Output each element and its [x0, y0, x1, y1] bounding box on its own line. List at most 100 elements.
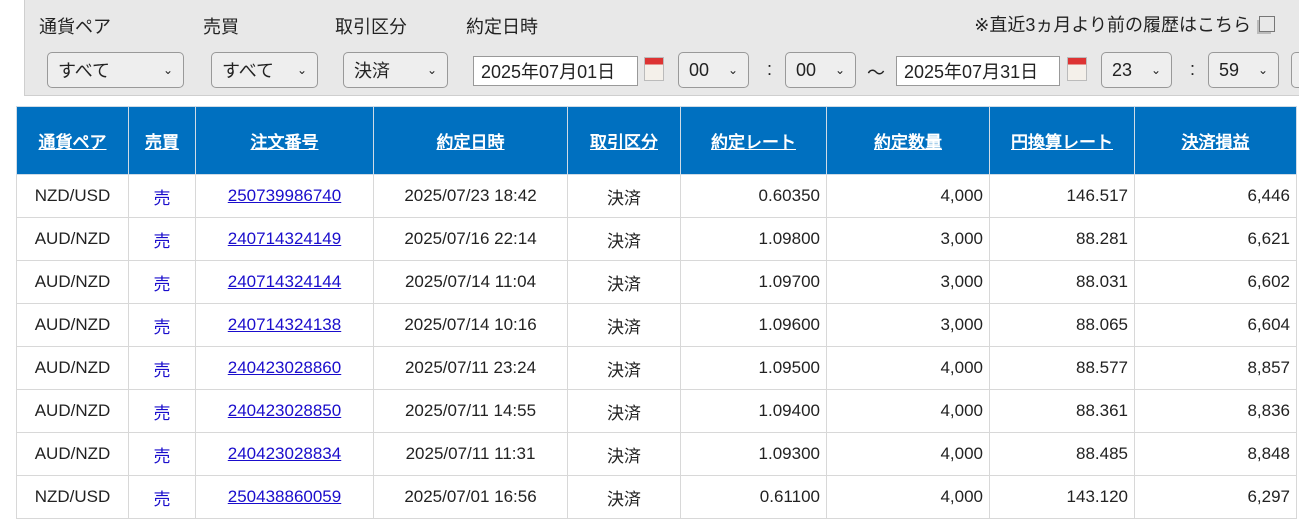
chevron-down-icon: ⌄ [426, 63, 437, 77]
cell-side: 売 [128, 174, 196, 218]
chevron-down-icon: ⌄ [1150, 63, 1161, 77]
cell-trade-type: 決済 [567, 303, 681, 347]
minute-to-select[interactable]: 59 ⌄ [1208, 52, 1279, 88]
header-trade-quantity[interactable]: 約定数量 [826, 106, 990, 175]
time-separator: : [767, 59, 773, 79]
trade-history-table: 通貨ペア 売買 注文番号 約定日時 取引区分 約定レート 約定数量 円換算レート 決済損益 NZ… [16, 106, 1297, 519]
hour-from-select[interactable]: 00 ⌄ [678, 52, 749, 88]
cell-trade-rate: 1.09800 [680, 217, 827, 261]
sort-link-currency-pair[interactable]: 通貨ペア [39, 133, 107, 152]
header-side[interactable]: 売買 [128, 106, 196, 175]
chevron-down-icon: ⌄ [1257, 63, 1268, 77]
cell-side: 売 [128, 303, 196, 347]
cell-trade-rate: 1.09600 [680, 303, 827, 347]
cell-trade-type: 決済 [567, 475, 681, 519]
sort-link-side[interactable]: 売買 [145, 133, 179, 152]
table-row: AUD/NZD 売 240423028850 2025/07/11 14:55 決済 1.… [16, 389, 1297, 433]
cell-trade-quantity: 3,000 [826, 260, 990, 304]
order-number-link[interactable]: 240423028860 [228, 358, 341, 377]
cell-jpy-rate: 88.361 [989, 389, 1135, 433]
header-jpy-rate[interactable]: 円換算レート [989, 106, 1135, 175]
order-number-link[interactable]: 240423028850 [228, 401, 341, 420]
cell-settlement-pl: 6,297 [1134, 475, 1297, 519]
sort-link-trade-datetime[interactable]: 約定日時 [437, 133, 505, 152]
cell-order-number: 250438860059 [195, 475, 374, 519]
calendar-icon[interactable] [1067, 57, 1087, 81]
hour-from-value: 00 [689, 59, 710, 80]
cell-currency-pair: NZD/USD [16, 174, 129, 218]
minute-from-value: 00 [796, 59, 817, 80]
cell-trade-rate: 1.09400 [680, 389, 827, 433]
header-trade-type[interactable]: 取引区分 [567, 106, 681, 175]
order-number-link[interactable]: 250739986740 [228, 186, 341, 205]
cell-trade-quantity: 4,000 [826, 389, 990, 433]
header-trade-rate[interactable]: 約定レート [680, 106, 827, 175]
table-row: NZD/USD 売 250739986740 2025/07/23 18:42 決済 0.… [16, 174, 1297, 218]
cell-currency-pair: AUD/NZD [16, 389, 129, 433]
order-number-link[interactable]: 240714324149 [228, 229, 341, 248]
search-button[interactable] [1291, 52, 1299, 88]
table-row: AUD/NZD 売 240714324149 2025/07/16 22:14 決済 1.… [16, 217, 1297, 261]
chevron-down-icon: ⌄ [296, 63, 307, 77]
side-value: すべて [222, 61, 275, 81]
cell-trade-type: 決済 [567, 260, 681, 304]
sort-link-jpy-rate[interactable]: 円換算レート [1011, 133, 1113, 152]
order-number-link[interactable]: 240714324138 [228, 315, 341, 334]
trade-type-select[interactable]: 決済 ⌄ [343, 52, 448, 88]
table-row: AUD/NZD 売 240714324144 2025/07/14 11:04 決済 1.… [16, 260, 1297, 304]
header-order-number[interactable]: 注文番号 [195, 106, 374, 175]
cell-trade-datetime: 2025/07/23 18:42 [373, 174, 568, 218]
cell-currency-pair: AUD/NZD [16, 260, 129, 304]
cell-order-number: 240714324149 [195, 217, 374, 261]
cell-order-number: 240423028850 [195, 389, 374, 433]
label-trade-datetime: 約定日時 [466, 17, 538, 37]
currency-pair-select[interactable]: すべて ⌄ [47, 52, 184, 88]
minute-from-select[interactable]: 00 ⌄ [785, 52, 856, 88]
date-from-input[interactable]: 2025年07月01日 [473, 56, 638, 86]
cell-trade-quantity: 3,000 [826, 217, 990, 261]
date-to-input[interactable]: 2025年07月31日 [896, 56, 1060, 86]
table-row: AUD/NZD 売 240423028860 2025/07/11 23:24 決済 1.… [16, 346, 1297, 390]
sort-link-trade-rate[interactable]: 約定レート [711, 133, 796, 152]
order-number-link[interactable]: 240423028834 [228, 444, 341, 463]
cell-trade-rate: 0.61100 [680, 475, 827, 519]
order-number-link[interactable]: 250438860059 [228, 487, 341, 506]
sort-link-trade-quantity[interactable]: 約定数量 [874, 133, 942, 152]
cell-trade-rate: 1.09500 [680, 346, 827, 390]
cell-settlement-pl: 6,446 [1134, 174, 1297, 218]
cell-jpy-rate: 143.120 [989, 475, 1135, 519]
cell-side: 売 [128, 389, 196, 433]
cell-settlement-pl: 8,836 [1134, 389, 1297, 433]
date-from-value: 2025年07月01日 [481, 62, 616, 82]
cell-settlement-pl: 8,857 [1134, 346, 1297, 390]
cell-order-number: 240423028860 [195, 346, 374, 390]
cell-trade-quantity: 3,000 [826, 303, 990, 347]
sort-link-settlement-pl[interactable]: 決済損益 [1182, 133, 1250, 152]
sort-link-trade-type[interactable]: 取引区分 [590, 133, 658, 152]
hour-to-select[interactable]: 23 ⌄ [1101, 52, 1172, 88]
chevron-down-icon: ⌄ [727, 63, 738, 77]
header-trade-datetime[interactable]: 約定日時 [373, 106, 568, 175]
side-select[interactable]: すべて ⌄ [211, 52, 318, 88]
new-window-icon [1259, 16, 1275, 32]
table-header: 通貨ペア 売買 注文番号 約定日時 取引区分 約定レート 約定数量 円換算レート 決済損益 [16, 106, 1297, 175]
table-row: AUD/NZD 売 240423028834 2025/07/11 11:31 決済 1.… [16, 432, 1297, 476]
header-settlement-pl[interactable]: 決済損益 [1134, 106, 1297, 175]
header-currency-pair[interactable]: 通貨ペア [16, 106, 129, 175]
cell-currency-pair: AUD/NZD [16, 432, 129, 476]
trade-type-value: 決済 [354, 61, 390, 81]
cell-order-number: 240423028834 [195, 432, 374, 476]
calendar-icon[interactable] [644, 57, 664, 81]
hour-to-value: 23 [1112, 59, 1133, 80]
label-trade-type: 取引区分 [335, 17, 407, 37]
older-history-link[interactable]: ※直近3ヵ月より前の履歴はこちら [974, 11, 1275, 37]
cell-trade-quantity: 4,000 [826, 475, 990, 519]
cell-trade-type: 決済 [567, 389, 681, 433]
sort-link-order-number[interactable]: 注文番号 [251, 133, 319, 152]
cell-order-number: 240714324138 [195, 303, 374, 347]
cell-trade-type: 決済 [567, 174, 681, 218]
cell-side: 売 [128, 346, 196, 390]
cell-side: 売 [128, 217, 196, 261]
date-to-value: 2025年07月31日 [904, 62, 1039, 82]
order-number-link[interactable]: 240714324144 [228, 272, 341, 291]
